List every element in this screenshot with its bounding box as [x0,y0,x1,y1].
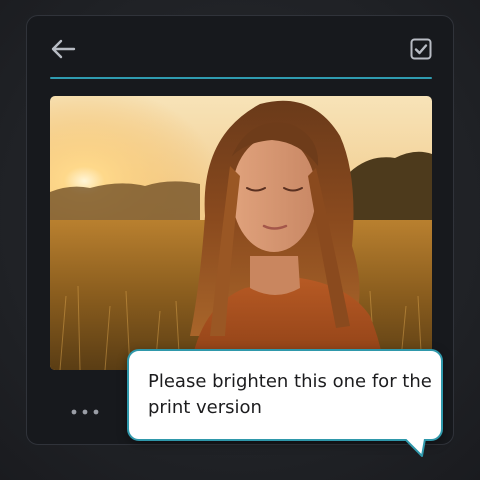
screen: Please brighten this one for the print v… [0,0,480,480]
comment-bubble-tail [404,439,426,457]
more-options-button[interactable] [67,400,103,424]
photo-image [50,96,432,370]
done-button[interactable] [404,32,438,66]
more-horizontal-icon [71,409,99,415]
back-button[interactable] [46,32,80,66]
photo[interactable] [50,96,432,370]
header-divider [50,77,432,79]
checkbox-checked-icon [410,38,432,60]
comment-bubble: Please brighten this one for the print v… [127,349,443,441]
comment-text: Please brighten this one for the print v… [148,371,432,418]
arrow-left-icon [51,39,76,59]
